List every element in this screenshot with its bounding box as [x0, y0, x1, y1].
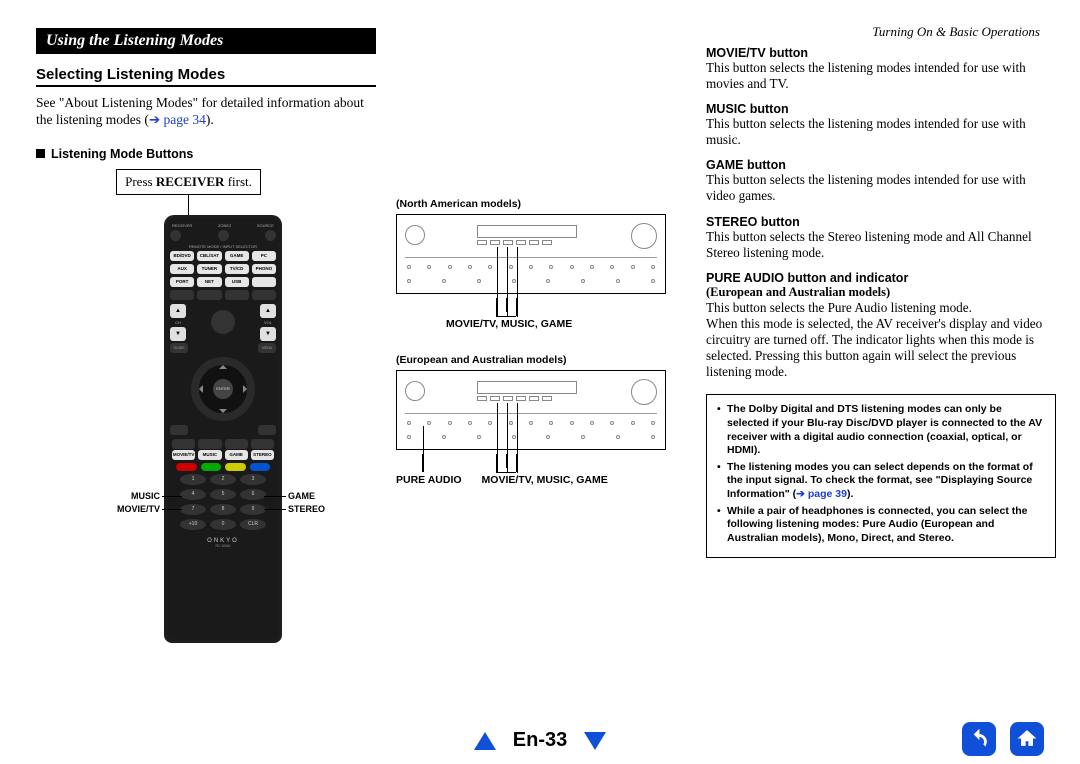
note-2: The listening modes you can select depen…: [717, 461, 1045, 502]
callout-music: MUSIC: [120, 491, 160, 501]
remote-control: RECEIVERZONE2SOURCE REMOTE MODE / INPUT …: [164, 215, 282, 643]
home-icon[interactable]: [1010, 722, 1044, 756]
pureaudio-heading2: (European and Australian models): [706, 285, 1056, 300]
left-column: Using the Listening Modes Selecting List…: [36, 28, 376, 685]
remote-game-button: GAME: [225, 450, 248, 460]
notes-box: The Dolby Digital and DTS listening mode…: [706, 394, 1056, 557]
pureaudio-heading1: PURE AUDIO button and indicator: [706, 271, 1056, 285]
eu-models-caption: (European and Australian models): [396, 354, 686, 366]
stereo-button-heading: STEREO button: [706, 215, 1056, 229]
movietv-button-heading: MOVIE/TV button: [706, 46, 1056, 60]
front-panel-na: [396, 214, 666, 294]
front-panel-eu: [396, 370, 666, 450]
eu-sub-label-left: PURE AUDIO: [396, 474, 462, 486]
note-1: The Dolby Digital and DTS listening mode…: [717, 403, 1045, 458]
movietv-button-text: This button selects the listening modes …: [706, 60, 1056, 92]
section-title-bar: Using the Listening Modes: [36, 28, 376, 54]
callout-game: GAME: [288, 491, 315, 501]
stereo-button-text: This button selects the Stereo listening…: [706, 229, 1056, 261]
game-button-text: This button selects the listening modes …: [706, 172, 1056, 204]
music-button-text: This button selects the listening modes …: [706, 116, 1056, 148]
press-receiver-callout: Press RECEIVER first.: [116, 169, 261, 195]
footer: En-33: [0, 729, 1080, 752]
intro-paragraph: See "About Listening Modes" for detailed…: [36, 95, 376, 129]
page-link-39[interactable]: ➔ page 39: [796, 488, 847, 500]
remote-stereo-button: STEREO: [251, 450, 274, 460]
music-button-heading: MUSIC button: [706, 102, 1056, 116]
page-link-34[interactable]: ➔ page 34: [149, 112, 206, 127]
subsection-heading: Selecting Listening Modes: [36, 66, 376, 87]
remote-music-button: MUSIC: [198, 450, 221, 460]
header-section: Turning On & Basic Operations: [872, 24, 1040, 40]
note-3: While a pair of headphones is connected,…: [717, 505, 1045, 546]
eu-sub-label-right: MOVIE/TV, MUSIC, GAME: [482, 474, 608, 486]
remote-diagram: RECEIVERZONE2SOURCE REMOTE MODE / INPUT …: [36, 215, 376, 685]
listening-mode-buttons-heading: Listening Mode Buttons: [36, 147, 376, 161]
na-sub-label: MOVIE/TV, MUSIC, GAME: [446, 318, 686, 330]
pureaudio-text: This button selects the Pure Audio liste…: [706, 300, 1056, 380]
page-number: En-33: [513, 729, 567, 752]
page-up-icon[interactable]: [474, 732, 496, 750]
na-models-caption: (North American models): [396, 198, 686, 210]
back-icon[interactable]: [962, 722, 996, 756]
remote-movietv-button: MOVIE/TV: [172, 450, 195, 460]
right-column: MOVIE/TV button This button selects the …: [706, 46, 1056, 685]
game-button-heading: GAME button: [706, 158, 1056, 172]
callout-movietv: MOVIE/TV: [104, 504, 160, 514]
page-down-icon[interactable]: [584, 732, 606, 750]
callout-stereo: STEREO: [288, 504, 325, 514]
middle-column: (North American models) MOVIE/TV, MUSIC,…: [396, 28, 686, 685]
